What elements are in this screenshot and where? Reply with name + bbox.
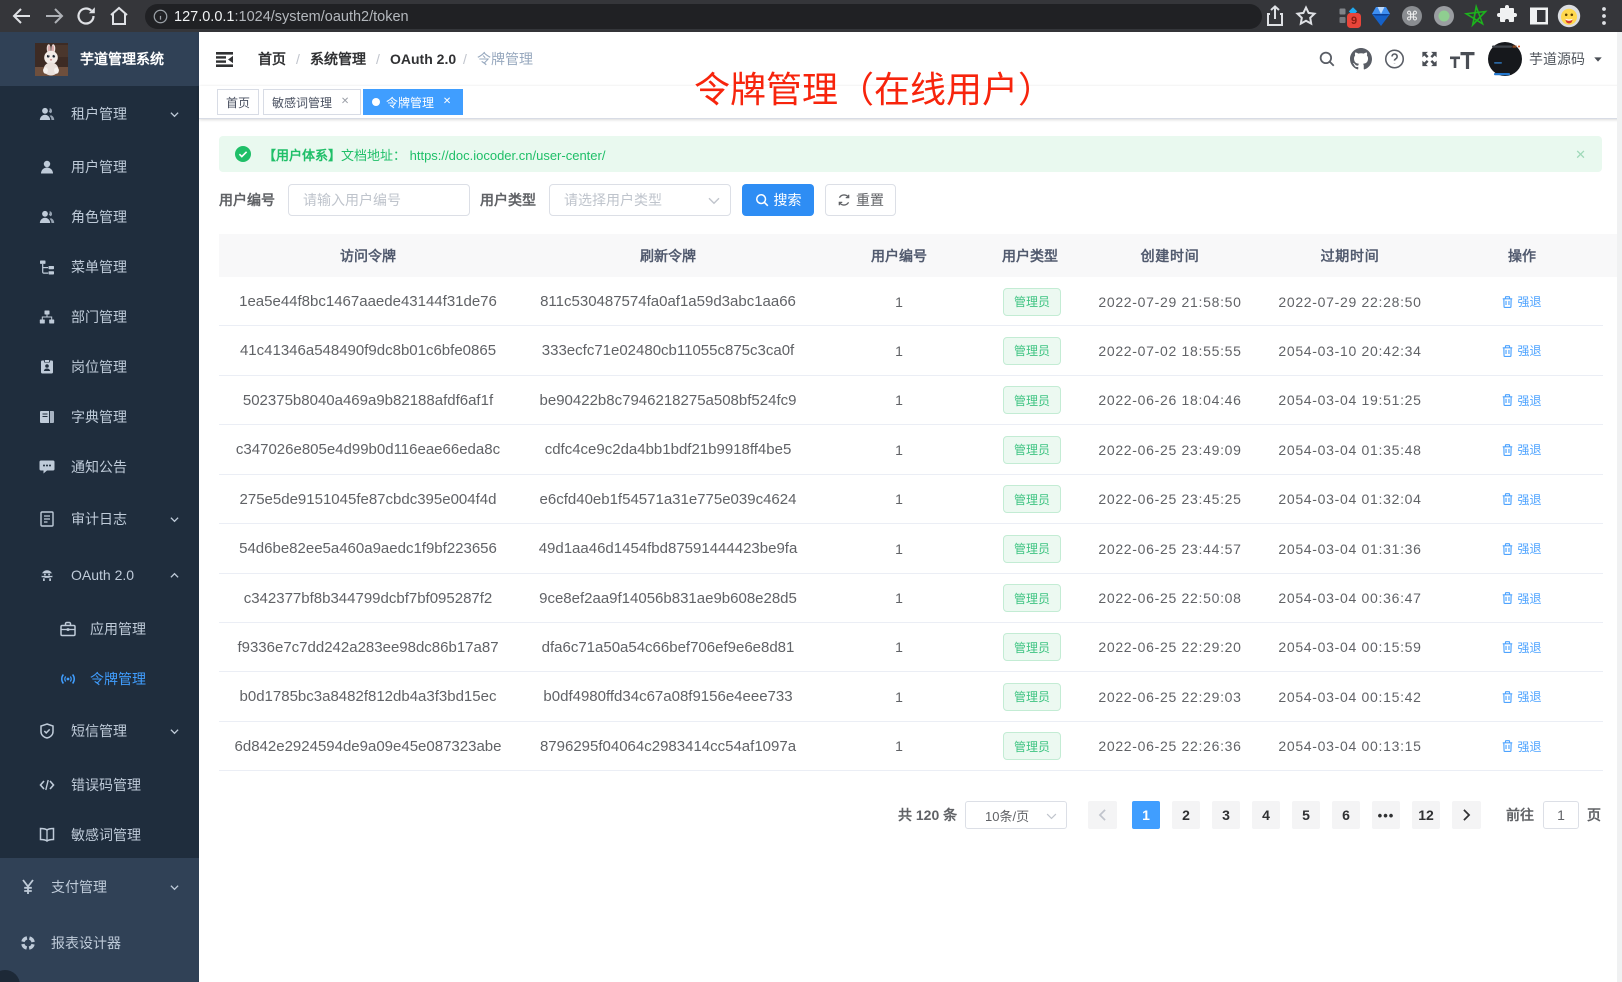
svg-text:⌘: ⌘ xyxy=(1406,9,1419,24)
